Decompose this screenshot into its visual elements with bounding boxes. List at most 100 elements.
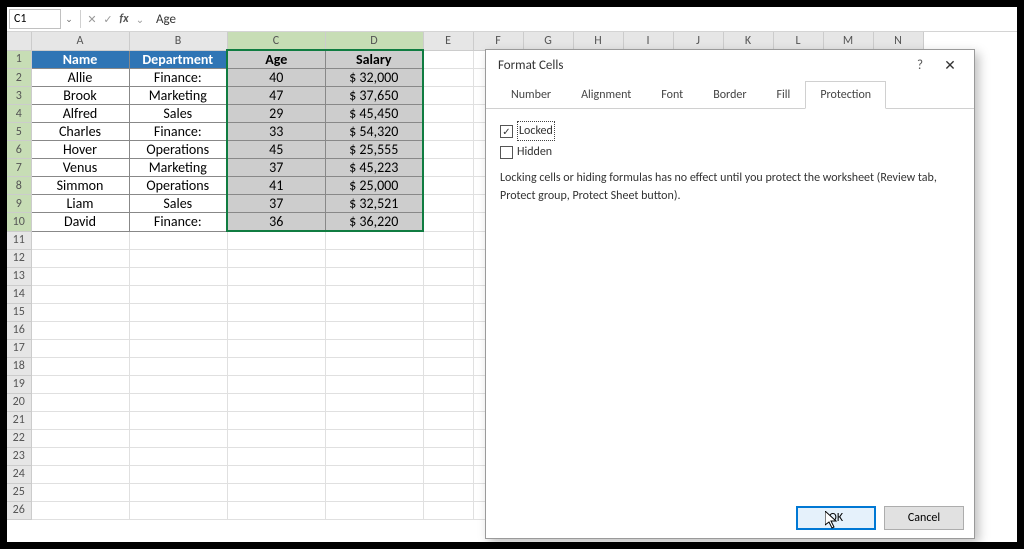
cell[interactable] — [423, 105, 473, 123]
cell[interactable]: Age — [227, 50, 325, 69]
name-box[interactable]: C1 — [9, 9, 61, 29]
cell[interactable] — [129, 249, 227, 267]
row-header[interactable]: 23 — [7, 447, 31, 465]
cell[interactable] — [129, 321, 227, 339]
cell[interactable] — [129, 501, 227, 519]
cell[interactable] — [325, 393, 423, 411]
cell[interactable] — [325, 249, 423, 267]
cell[interactable]: Sales — [129, 105, 227, 123]
cell[interactable]: David — [31, 213, 129, 232]
cell[interactable] — [423, 50, 473, 69]
col-header-L[interactable]: L — [773, 32, 823, 50]
row-header[interactable]: 26 — [7, 501, 31, 519]
cell[interactable] — [325, 231, 423, 249]
cell[interactable]: Salary — [325, 50, 423, 69]
cell[interactable]: Finance: — [129, 213, 227, 232]
formula-input[interactable]: Age — [148, 12, 1017, 27]
cell[interactable] — [129, 357, 227, 375]
col-header-J[interactable]: J — [673, 32, 723, 50]
cell[interactable] — [423, 159, 473, 177]
cell[interactable] — [423, 321, 473, 339]
col-header-K[interactable]: K — [723, 32, 773, 50]
cell[interactable]: $ 25,000 — [325, 177, 423, 195]
cell[interactable]: $ 25,555 — [325, 141, 423, 159]
cell[interactable]: Alfred — [31, 105, 129, 123]
cell[interactable]: Department — [129, 50, 227, 69]
cell[interactable]: Simmon — [31, 177, 129, 195]
row-header[interactable]: 21 — [7, 411, 31, 429]
row-header[interactable]: 10 — [7, 213, 31, 232]
cell[interactable] — [129, 339, 227, 357]
col-header-F[interactable]: F — [473, 32, 523, 50]
cell[interactable]: Operations — [129, 177, 227, 195]
cell[interactable] — [129, 267, 227, 285]
col-header-I[interactable]: I — [623, 32, 673, 50]
cell[interactable] — [227, 483, 325, 501]
cell[interactable]: Liam — [31, 195, 129, 213]
cell[interactable]: $ 45,450 — [325, 105, 423, 123]
cell[interactable] — [31, 447, 129, 465]
cell[interactable] — [325, 483, 423, 501]
cell[interactable] — [325, 501, 423, 519]
cell[interactable] — [423, 303, 473, 321]
tab-fill[interactable]: Fill — [762, 81, 806, 109]
cell[interactable]: $ 45,223 — [325, 159, 423, 177]
cell[interactable] — [129, 411, 227, 429]
cell[interactable] — [325, 375, 423, 393]
cell[interactable] — [423, 267, 473, 285]
cell[interactable] — [423, 357, 473, 375]
cell[interactable]: Venus — [31, 159, 129, 177]
row-header[interactable]: 5 — [7, 123, 31, 141]
cell[interactable] — [227, 357, 325, 375]
cell[interactable] — [423, 447, 473, 465]
select-all-corner[interactable] — [7, 32, 31, 50]
cell[interactable] — [423, 411, 473, 429]
tab-font[interactable]: Font — [646, 81, 698, 109]
cell[interactable]: 29 — [227, 105, 325, 123]
cell[interactable] — [423, 195, 473, 213]
dialog-help-button[interactable]: ? — [906, 58, 934, 73]
cell[interactable] — [423, 429, 473, 447]
cell[interactable] — [31, 429, 129, 447]
row-header[interactable]: 18 — [7, 357, 31, 375]
cell[interactable]: Brook — [31, 87, 129, 105]
cell[interactable]: Charles — [31, 123, 129, 141]
locked-checkbox[interactable]: ✓ — [500, 125, 513, 138]
cell[interactable] — [31, 393, 129, 411]
cell[interactable]: 33 — [227, 123, 325, 141]
cell[interactable] — [31, 357, 129, 375]
fb-enter-icon[interactable]: ✓ — [100, 10, 116, 28]
col-header-E[interactable]: E — [423, 32, 473, 50]
cell[interactable] — [325, 303, 423, 321]
cell[interactable] — [129, 465, 227, 483]
cell[interactable] — [423, 465, 473, 483]
row-header[interactable]: 17 — [7, 339, 31, 357]
cell[interactable] — [423, 123, 473, 141]
cell[interactable] — [227, 393, 325, 411]
row-header[interactable]: 6 — [7, 141, 31, 159]
cell[interactable] — [227, 231, 325, 249]
cell[interactable] — [423, 213, 473, 232]
cell[interactable] — [31, 285, 129, 303]
row-header[interactable]: 19 — [7, 375, 31, 393]
cell[interactable] — [423, 231, 473, 249]
tab-alignment[interactable]: Alignment — [566, 81, 646, 109]
cell[interactable] — [423, 393, 473, 411]
col-header-H[interactable]: H — [573, 32, 623, 50]
dialog-close-button[interactable]: ✕ — [934, 57, 966, 74]
row-header[interactable]: 7 — [7, 159, 31, 177]
cell[interactable]: Finance: — [129, 69, 227, 87]
cell[interactable] — [227, 429, 325, 447]
cell[interactable] — [129, 303, 227, 321]
cell[interactable] — [423, 141, 473, 159]
row-header[interactable]: 14 — [7, 285, 31, 303]
col-header-A[interactable]: A — [31, 32, 129, 50]
cell[interactable]: 40 — [227, 69, 325, 87]
name-box-dropdown-icon[interactable]: ⌄ — [61, 14, 77, 25]
cell[interactable] — [227, 501, 325, 519]
cell[interactable] — [227, 285, 325, 303]
cell[interactable] — [325, 285, 423, 303]
cell[interactable] — [31, 231, 129, 249]
cell[interactable] — [227, 375, 325, 393]
cell[interactable] — [227, 321, 325, 339]
